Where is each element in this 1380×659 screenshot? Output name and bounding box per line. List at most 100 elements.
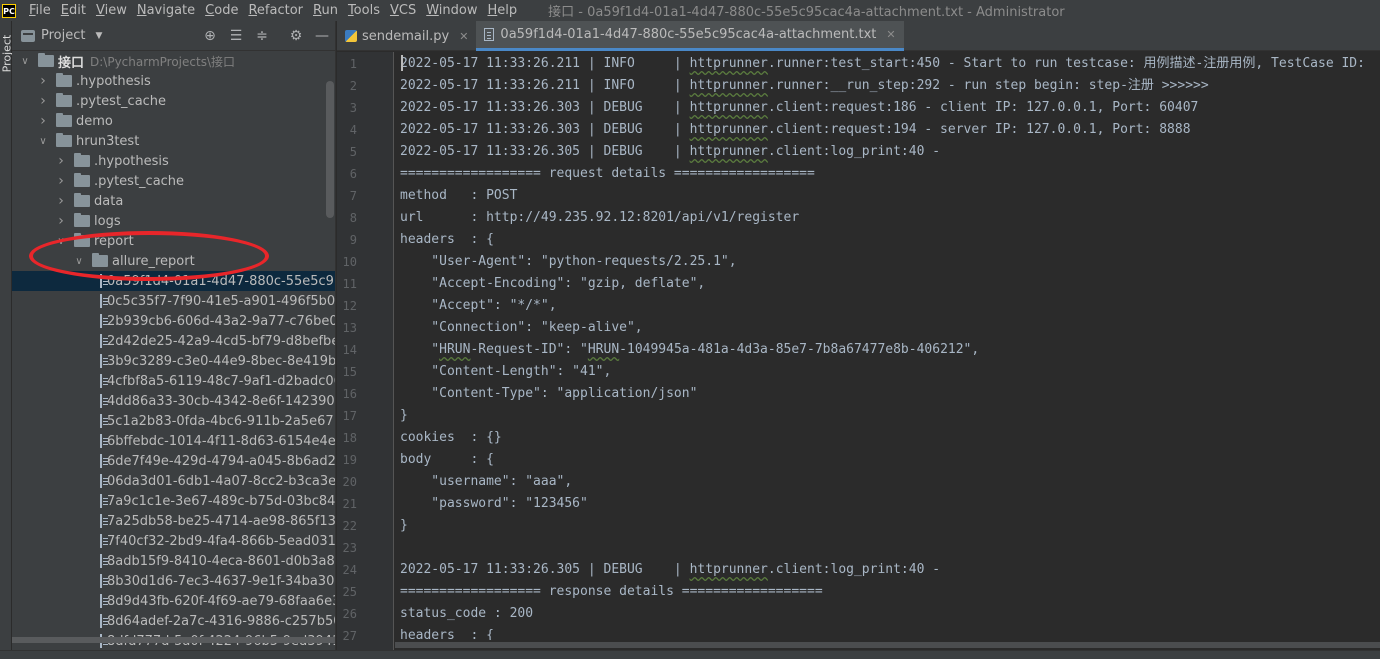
chevron-right-icon[interactable]: ›	[56, 171, 66, 191]
menu-mnemonic: W	[426, 3, 439, 18]
tree-item-label: 5c1a2b83-0fda-4bc6-911b-2a5e671	[107, 413, 336, 429]
collapse-all-icon[interactable]: ≑	[254, 28, 270, 44]
close-icon[interactable]: ✕	[886, 28, 895, 41]
menu-help[interactable]: Help	[483, 0, 523, 21]
tree-file-item[interactable]: 7a9c1c1e-3e67-489c-b75d-03bc84e	[12, 491, 336, 511]
line-number: 12	[342, 299, 357, 313]
chevron-right-icon[interactable]: ›	[38, 111, 48, 131]
code-text: headers : {	[400, 232, 494, 247]
code-line: "Content-Length": "41",	[400, 361, 611, 383]
line-number: 5	[349, 145, 357, 159]
tree-file-item[interactable]: 7f40cf32-2bd9-4fa4-866b-5ead0316	[12, 531, 336, 551]
tree-file-item[interactable]: 7a25db58-be25-4714-ae98-865f135	[12, 511, 335, 531]
minimize-icon[interactable]: —	[314, 28, 330, 44]
tree-file-item[interactable]: 2b939cb6-606d-43a2-9a77-c76be02	[12, 311, 336, 331]
tree-folder-item[interactable]: › .hypothesis	[12, 151, 335, 171]
tree-item-label: 7a9c1c1e-3e67-489c-b75d-03bc84e	[107, 493, 336, 509]
chevron-right-icon[interactable]: ›	[38, 71, 48, 91]
code-line: url : http://49.235.92.12:8201/api/v1/re…	[400, 207, 799, 229]
tree-horizontal-scrollbar[interactable]	[12, 637, 335, 643]
crosshair-icon[interactable]: ⊕	[202, 28, 218, 44]
red-highlight-ellipse	[29, 231, 269, 281]
tree-item-label: 3b9c3289-c3e0-44e9-8bec-8e419bd	[107, 353, 336, 369]
tree-folder-item[interactable]: › demo	[12, 111, 335, 131]
spelling-underlined-token: httprunner	[689, 144, 768, 159]
tree-file-item[interactable]: 8d9d43fb-620f-4f69-ae79-68faa6e3	[12, 591, 335, 611]
code-text: 2022-05-17 11:33:26.211 | INFO |	[400, 56, 690, 71]
line-number: 21	[342, 497, 357, 511]
chevron-down-icon[interactable]: ▼	[95, 31, 102, 41]
code-text: .client:request:186 - client IP: 127.0.0…	[767, 100, 1199, 115]
tree-file-item[interactable]: 06da3d01-6db1-4a07-8cc2-b3ca3e9	[12, 471, 335, 491]
editor-horizontal-scrollbar[interactable]	[395, 640, 1380, 650]
menu-navigate[interactable]: Navigate	[132, 0, 200, 21]
code-text: "Content-Type": "application/json"	[400, 386, 698, 401]
code-editor[interactable]: 2022-05-17 11:33:26.211 | INFO | httprun…	[395, 52, 1380, 640]
chevron-right-icon[interactable]: ›	[38, 91, 48, 111]
chevron-right-icon[interactable]: ›	[56, 211, 66, 231]
menu-mnemonic: V	[95, 3, 105, 18]
scrollbar-thumb[interactable]	[395, 642, 1380, 648]
menu-run[interactable]: Run	[308, 0, 343, 21]
tree-file-item[interactable]: 6de7f49e-429d-4794-a045-8b6ad2b	[12, 451, 335, 471]
line-number: 19	[342, 453, 357, 467]
tree-item-label: 7f40cf32-2bd9-4fa4-866b-5ead0316	[107, 533, 336, 549]
menu-tools[interactable]: Tools	[343, 0, 385, 21]
tree-folder-item[interactable]: › .pytest_cache	[12, 171, 335, 191]
tree-file-item[interactable]: 4cfbf8a5-6119-48c7-9af1-d2badc06	[12, 371, 335, 391]
code-line: 2022-05-17 11:33:26.211 | INFO | httprun…	[400, 53, 1373, 75]
line-number: 6	[349, 167, 357, 181]
tree-file-item[interactable]: 3b9c3289-c3e0-44e9-8bec-8e419bd	[12, 351, 336, 371]
chevron-right-icon[interactable]: ›	[56, 151, 66, 171]
chevron-down-icon[interactable]: ∨	[38, 131, 48, 151]
project-view-selector[interactable]: Project	[41, 28, 85, 43]
code-text: -Request-ID": "	[470, 342, 588, 357]
code-text: "Connection": "keep-alive",	[400, 320, 643, 335]
editor-tab[interactable]: 0a59f1d4-01a1-4d47-880c-55e5c95cac4a-att…	[476, 21, 904, 51]
close-icon[interactable]: ✕	[459, 30, 468, 43]
menu-code[interactable]: Code	[200, 0, 243, 21]
code-line: 2022-05-17 11:33:26.305 | DEBUG | httpru…	[400, 141, 940, 163]
menu-window[interactable]: Window	[421, 0, 482, 21]
tree-item-label: 8b30d1d6-7ec3-4637-9e1f-34ba307	[107, 573, 336, 589]
settings-gear-icon[interactable]: ⚙	[288, 28, 304, 44]
chevron-down-icon[interactable]: ∨	[20, 51, 30, 71]
tree-file-item[interactable]: 2d42de25-42a9-4cd5-bf79-d8befbe	[12, 331, 335, 351]
menu-edit[interactable]: Edit	[56, 0, 91, 21]
tree-file-item[interactable]: 8adb15f9-8410-4eca-8601-d0b3a8f	[12, 551, 335, 571]
line-number: 23	[342, 541, 357, 555]
folder-icon	[56, 73, 72, 87]
code-line: 2022-05-17 11:33:26.303 | DEBUG | httpru…	[400, 97, 1198, 119]
tree-folder-item[interactable]: ∨ hrun3test	[12, 131, 335, 151]
code-text: 2022-05-17 11:33:26.305 | DEBUG |	[400, 562, 690, 577]
tree-folder-item[interactable]: › .hypothesis	[12, 71, 335, 91]
tree-file-item[interactable]: 5c1a2b83-0fda-4bc6-911b-2a5e671	[12, 411, 336, 431]
tree-file-item[interactable]: 0c5c35f7-7f90-41e5-a901-496f5b08	[12, 291, 335, 311]
tree-folder-item[interactable]: › data	[12, 191, 335, 211]
expand-all-icon[interactable]: ☰	[228, 28, 244, 44]
tree-file-item[interactable]: 8b30d1d6-7ec3-4637-9e1f-34ba307	[12, 571, 336, 591]
text-file-icon	[100, 374, 108, 388]
spelling-underlined-token: HRUN	[587, 342, 620, 357]
code-line: 2022-05-17 11:33:26.211 | INFO | httprun…	[400, 75, 1209, 97]
tree-folder-item[interactable]: › .pytest_cache	[12, 91, 335, 111]
code-text: .runner:__run_step:292 - run step begin:…	[767, 78, 1209, 93]
menu-view[interactable]: View	[91, 0, 132, 21]
menu-mnemonic: N	[136, 3, 147, 18]
code-line: headers : {	[400, 229, 494, 251]
text-file-icon	[100, 334, 108, 348]
editor-tab[interactable]: sendemail.py ✕	[337, 21, 476, 51]
tree-file-item[interactable]: 6bffebdc-1014-4f11-8d63-6154e4ea	[12, 431, 335, 451]
tree-file-item[interactable]: 4dd86a33-30cb-4342-8e6f-1423902	[12, 391, 335, 411]
tree-vertical-scrollbar[interactable]	[326, 81, 334, 218]
menu-file[interactable]: File	[24, 0, 56, 21]
tree-item-label: 2b939cb6-606d-43a2-9a77-c76be02	[107, 313, 336, 329]
tree-folder-item[interactable]: ∨ 接口 D:\PycharmProjects\接口	[12, 51, 335, 71]
text-file-icon	[484, 28, 495, 41]
tree-folder-item[interactable]: › logs	[12, 211, 335, 231]
menu-refactor[interactable]: Refactor	[243, 0, 308, 21]
menu-label-rest: elp	[497, 3, 518, 18]
tree-file-item[interactable]: 8d64adef-2a7c-4316-9886-c257b50	[12, 611, 335, 631]
chevron-right-icon[interactable]: ›	[56, 191, 66, 211]
menu-vcs[interactable]: VCS	[385, 0, 421, 21]
